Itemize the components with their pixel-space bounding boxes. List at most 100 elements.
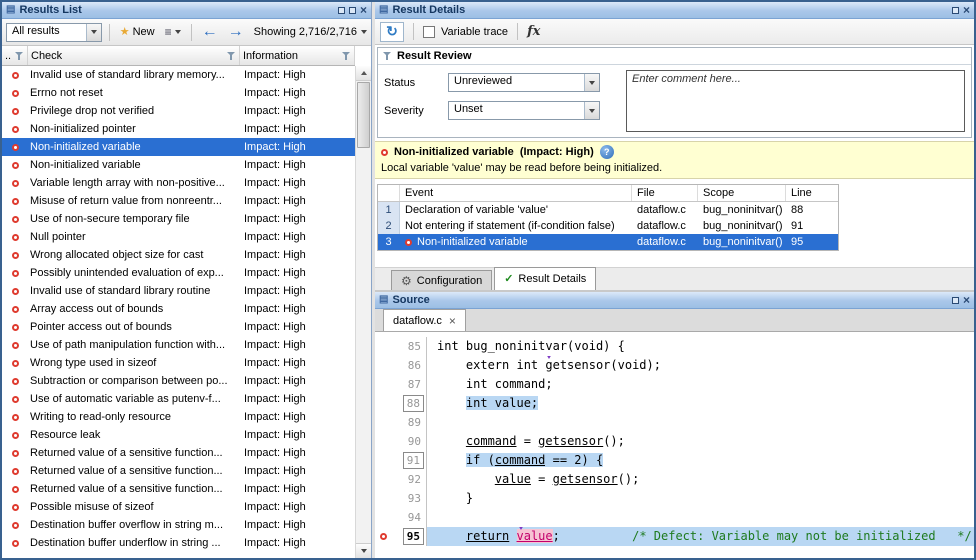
source-line[interactable]: 91 if (command == 2) { (375, 451, 974, 470)
tab-dataflow-c[interactable]: dataflow.c × (383, 309, 466, 331)
result-check: Wrong type used in sizeof (28, 357, 240, 369)
close-tab-icon[interactable]: × (449, 315, 456, 327)
fx-icon[interactable]: fx (527, 24, 540, 39)
filter-icon[interactable] (15, 51, 24, 61)
help-icon[interactable]: ? (600, 145, 614, 159)
filter-icon[interactable] (342, 51, 351, 61)
column-header-check[interactable]: Check (28, 46, 240, 65)
filter-icon[interactable] (227, 51, 236, 61)
results-list-row[interactable]: Resource leakImpact: High (2, 426, 355, 444)
source-line[interactable]: 90 command = getsensor(); (375, 432, 974, 451)
event-row[interactable]: 1Declaration of variable 'value'dataflow… (378, 202, 838, 218)
source-line[interactable]: 95 return value; /* Defect: Variable may… (375, 527, 974, 546)
line-number: 90 (391, 432, 427, 451)
float-icon[interactable] (952, 297, 959, 304)
defect-icon (12, 288, 19, 295)
float-icon[interactable] (952, 7, 959, 14)
variable-trace-checkbox[interactable] (423, 26, 435, 38)
line-number: 88 (391, 394, 427, 413)
results-list-row[interactable]: Returned value of a sensitive function..… (2, 444, 355, 462)
source-line[interactable]: 88 int value; (375, 394, 974, 413)
results-list-row[interactable]: Variable length array with non-positive.… (2, 174, 355, 192)
results-list-icon: ▤ (6, 5, 15, 15)
refresh-button[interactable]: ↻ (380, 22, 404, 42)
results-list-row[interactable]: Returned value of a sensitive function..… (2, 462, 355, 480)
event-line: 91 (786, 220, 838, 232)
toolbar-separator (517, 23, 518, 40)
results-scrollbar[interactable] (355, 66, 371, 558)
column-header-line[interactable]: Line (786, 185, 838, 201)
event-row[interactable]: 3Non-initialized variabledataflow.cbug_n… (378, 234, 838, 250)
source-panel: ▤ Source × dataflow.c × 85int bug_nonini… (375, 292, 974, 558)
tab-result-details[interactable]: ✓ Result Details (494, 267, 596, 290)
results-list-row[interactable]: Non-initialized pointerImpact: High (2, 120, 355, 138)
result-info: Impact: High (240, 213, 355, 225)
view-options-button[interactable]: ≡ (162, 24, 184, 40)
source-line[interactable]: 92 value = getsensor(); (375, 470, 974, 489)
results-list-row[interactable]: Writing to read-only resourceImpact: Hig… (2, 408, 355, 426)
new-button[interactable]: ★ New (117, 24, 158, 40)
results-filter-dropdown[interactable]: All results (6, 23, 102, 42)
column-header-scope[interactable]: Scope (698, 185, 786, 201)
results-list-row[interactable]: Possibly unintended evaluation of exp...… (2, 264, 355, 282)
code-text (427, 413, 974, 432)
close-icon[interactable]: × (963, 6, 970, 15)
toolbar-separator (191, 24, 192, 41)
column-header-event[interactable]: Event (400, 185, 632, 201)
close-icon[interactable]: × (360, 6, 367, 15)
results-list-row[interactable]: Destination buffer overflow in string m.… (2, 516, 355, 534)
scrollbar-thumb[interactable] (357, 82, 370, 148)
source-line[interactable]: 93 } (375, 489, 974, 508)
line-number: 92 (391, 470, 427, 489)
results-list-row[interactable]: Use of path manipulation function with..… (2, 336, 355, 354)
dropdown-arrow-icon[interactable] (584, 74, 599, 91)
comment-input[interactable]: Enter comment here... (626, 70, 965, 132)
float-icon[interactable] (338, 7, 345, 14)
results-list-row[interactable]: Pointer access out of boundsImpact: High (2, 318, 355, 336)
severity-dropdown[interactable]: Unset (448, 101, 600, 120)
results-list-row[interactable]: Wrong allocated object size for castImpa… (2, 246, 355, 264)
result-icon-cell (2, 270, 28, 277)
event-row[interactable]: 2Not entering if statement (if-condition… (378, 218, 838, 234)
results-list-row[interactable]: Privilege drop not verifiedImpact: High (2, 102, 355, 120)
previous-result-button[interactable]: ← (199, 24, 221, 40)
column-header-file[interactable]: File (632, 185, 698, 201)
results-list-row[interactable]: Possible misuse of sizeofImpact: High (2, 498, 355, 516)
close-icon[interactable]: × (963, 296, 970, 305)
scroll-down-icon[interactable] (356, 543, 371, 558)
results-list-row[interactable]: Wrong type used in sizeofImpact: High (2, 354, 355, 372)
source-line[interactable]: 89 (375, 413, 974, 432)
results-list-row[interactable]: Subtraction or comparison between po...I… (2, 372, 355, 390)
next-result-button[interactable]: → (225, 24, 247, 40)
scroll-up-icon[interactable] (356, 66, 371, 81)
results-list-row[interactable]: Misuse of return value from nonreentr...… (2, 192, 355, 210)
maximize-icon[interactable] (349, 7, 356, 14)
dropdown-arrow-icon[interactable] (584, 102, 599, 119)
column-header-icon[interactable]: .. (2, 46, 28, 65)
source-line[interactable]: 85int bug_noninitvar(void) { (375, 337, 974, 356)
status-dropdown[interactable]: Unreviewed (448, 73, 600, 92)
defect-icon (12, 504, 19, 511)
results-list-row[interactable]: Non-initialized variableImpact: High (2, 138, 355, 156)
source-line[interactable]: 87 int command; (375, 375, 974, 394)
source-line[interactable]: 86 extern int getsensor(void); (375, 356, 974, 375)
tab-configuration[interactable]: ⚙ Configuration (391, 270, 492, 290)
results-list-row[interactable]: Use of automatic variable as putenv-f...… (2, 390, 355, 408)
result-check: Possible misuse of sizeof (28, 501, 240, 513)
results-list-row[interactable]: Errno not resetImpact: High (2, 84, 355, 102)
results-list-row[interactable]: Array access out of boundsImpact: High (2, 300, 355, 318)
result-icon-cell (2, 360, 28, 367)
column-header-information[interactable]: Information (240, 46, 355, 65)
results-list-row[interactable]: Use of non-secure temporary fileImpact: … (2, 210, 355, 228)
results-list-row[interactable]: Invalid use of standard library memory..… (2, 66, 355, 84)
results-list-row[interactable]: Non-initialized variableImpact: High (2, 156, 355, 174)
results-list-row[interactable]: Null pointerImpact: High (2, 228, 355, 246)
results-list-row[interactable]: Returned value of a sensitive function..… (2, 480, 355, 498)
source-line[interactable]: 94 (375, 508, 974, 527)
showing-dropdown-icon[interactable] (361, 30, 367, 34)
results-list-row[interactable]: Destination buffer underflow in string .… (2, 534, 355, 552)
results-list-header: .. Check Information (2, 46, 355, 66)
dropdown-arrow-icon[interactable] (86, 24, 101, 41)
results-list-row[interactable]: Invalid use of standard library routineI… (2, 282, 355, 300)
result-info: Impact: High (240, 447, 355, 459)
